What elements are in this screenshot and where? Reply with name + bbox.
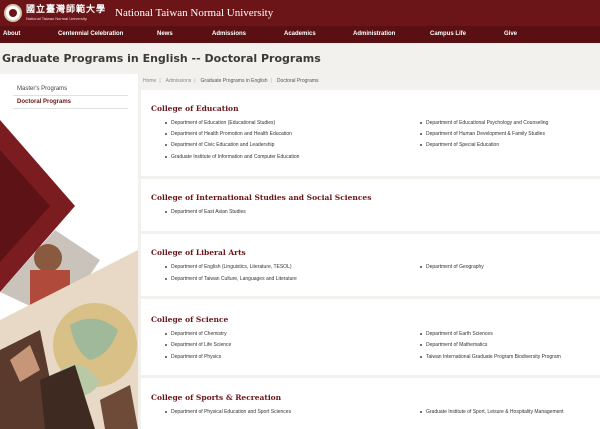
- department-link[interactable]: Taiwan International Graduate Program Bi…: [418, 354, 561, 360]
- page-title: Graduate Programs in English -- Doctoral…: [2, 52, 321, 65]
- college-section: College of Sports & Recreation Departmen…: [141, 378, 600, 429]
- sidebar-decorative-photo: [0, 120, 138, 429]
- top-header-bar: 國立臺灣師範大學 National Taiwan Normal Universi…: [0, 0, 600, 26]
- department-link[interactable]: Department of Geography: [418, 264, 484, 270]
- college-title: College of Education: [151, 104, 239, 113]
- nav-item-admissions[interactable]: Admissions: [212, 31, 246, 37]
- department-link[interactable]: Department of East Asian Studies: [163, 209, 246, 215]
- nav-item-administration[interactable]: Administration: [353, 31, 395, 37]
- breadcrumb-separator-icon: |: [159, 78, 161, 84]
- nav-item-academics[interactable]: Academics: [284, 31, 316, 37]
- breadcrumb: Home | Admissions | Graduate Programs in…: [141, 74, 600, 88]
- department-link[interactable]: Department of Taiwan Culture, Languages …: [163, 276, 297, 282]
- sidebar-divider: [13, 95, 128, 96]
- college-section: College of Education Department of Educa…: [141, 90, 600, 176]
- breadcrumb-separator-icon: |: [270, 78, 272, 84]
- college-title: College of Science: [151, 315, 229, 324]
- nav-item-news[interactable]: News: [157, 31, 173, 37]
- main-navigation: About Centennial Celebration News Admiss…: [0, 26, 600, 43]
- department-link[interactable]: Graduate Institute of Information and Co…: [163, 154, 299, 160]
- department-link[interactable]: Department of Special Education: [418, 142, 499, 148]
- sidebar-item-masters-programs[interactable]: Master's Programs: [17, 86, 67, 92]
- logo-chinese-name: 國立臺灣師範大學: [26, 4, 107, 15]
- college-title: College of Sports & Recreation: [151, 393, 282, 402]
- university-seal-icon[interactable]: [4, 4, 22, 22]
- college-title: College of International Studies and Soc…: [151, 193, 372, 202]
- logo-english-name: National Taiwan Normal University: [26, 15, 87, 21]
- department-link[interactable]: Department of Educational Psychology and…: [418, 120, 548, 126]
- department-link[interactable]: Department of Health Promotion and Healt…: [163, 131, 292, 137]
- department-link[interactable]: Department of Earth Sciences: [418, 331, 493, 337]
- nav-item-campus-life[interactable]: Campus Life: [430, 31, 466, 37]
- department-link[interactable]: Department of Chemistry: [163, 331, 227, 337]
- breadcrumb-admissions[interactable]: Admissions: [166, 78, 192, 84]
- nav-item-give[interactable]: Give: [504, 31, 517, 37]
- department-link[interactable]: Department of Education (Educational Stu…: [163, 120, 275, 126]
- sidebar: Master's Programs Doctoral Programs: [0, 74, 138, 429]
- college-section: College of Liberal Arts Department of En…: [141, 234, 600, 296]
- nav-item-centennial-celebration[interactable]: Centennial Celebration: [58, 31, 123, 37]
- department-link[interactable]: Department of English (Linguistics, Lite…: [163, 264, 292, 270]
- college-section: College of International Studies and Soc…: [141, 179, 600, 231]
- breadcrumb-doctoral-programs: Doctoral Programs: [276, 78, 319, 84]
- department-link[interactable]: Department of Mathematics: [418, 342, 487, 348]
- breadcrumb-home[interactable]: Home: [143, 78, 156, 84]
- department-link[interactable]: Department of Civic Education and Leader…: [163, 142, 274, 148]
- department-link[interactable]: Department of Life Science: [163, 342, 231, 348]
- breadcrumb-graduate-programs[interactable]: Graduate Programs in English: [201, 78, 268, 84]
- breadcrumb-separator-icon: |: [194, 78, 196, 84]
- department-link[interactable]: Graduate Institute of Sport, Leisure & H…: [418, 409, 564, 415]
- college-title: College of Liberal Arts: [151, 248, 246, 257]
- sidebar-divider: [13, 108, 128, 109]
- department-link[interactable]: Department of Physics: [163, 354, 221, 360]
- department-link[interactable]: Department of Human Development & Family…: [418, 131, 545, 137]
- university-logo[interactable]: 國立臺灣師範大學 National Taiwan Normal Universi…: [26, 4, 107, 21]
- site-name[interactable]: National Taiwan Normal University: [115, 7, 273, 19]
- sidebar-item-doctoral-programs[interactable]: Doctoral Programs: [17, 99, 71, 105]
- college-section: College of Science Department of Chemist…: [141, 299, 600, 375]
- nav-item-about[interactable]: About: [3, 31, 20, 37]
- department-link[interactable]: Department of Physical Education and Spo…: [163, 409, 291, 415]
